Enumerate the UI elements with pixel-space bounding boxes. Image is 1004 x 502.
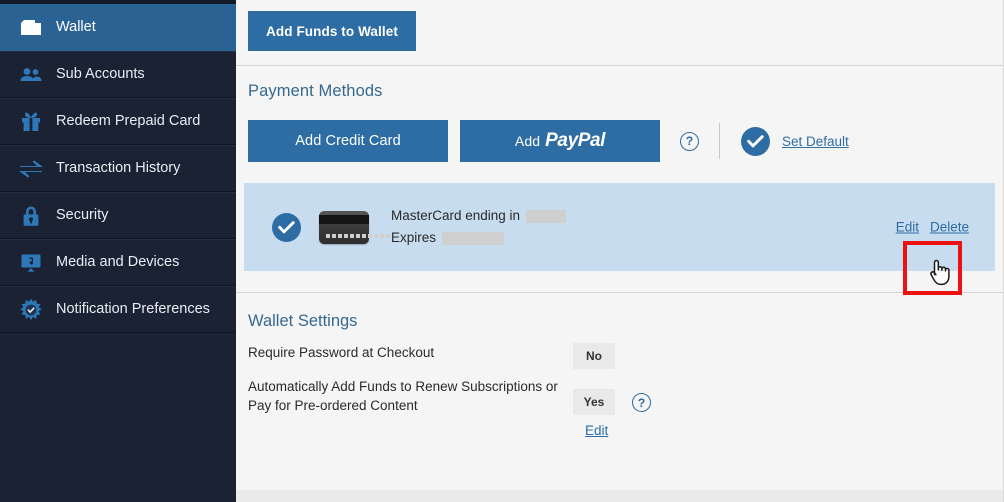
sidebar-nav: Wallet Sub Accounts Redeem Prepaid Card (0, 0, 236, 502)
main-content: Add Funds to Wallet Payment Methods Add … (236, 0, 1004, 502)
wallet-settings-rows: Require Password at Checkout No Automati… (236, 331, 1003, 438)
set-default-link[interactable]: Set Default (782, 134, 849, 149)
sidebar-item-wallet[interactable]: Wallet (0, 4, 236, 51)
sidebar-item-label: Notification Preferences (56, 301, 210, 318)
redacted-card-digits (526, 209, 567, 223)
setting-value-badge: Yes (573, 389, 615, 415)
vertical-divider (719, 123, 720, 159)
delete-card-link[interactable]: Delete (930, 220, 969, 235)
sidebar-item-label: Redeem Prepaid Card (56, 113, 201, 130)
card-expires-label: Expires (391, 230, 437, 245)
payment-methods-help-icon[interactable]: ? (680, 131, 699, 151)
media-device-icon (18, 250, 44, 276)
add-funds-to-wallet-button[interactable]: Add Funds to Wallet (248, 11, 416, 51)
payment-methods-heading: Payment Methods (248, 82, 383, 100)
setting-row: Automatically Add Funds to Renew Subscri… (248, 377, 1003, 415)
set-default-group[interactable]: Set Default (741, 126, 849, 156)
sidebar-item-label: Wallet (56, 19, 96, 36)
burst-check-icon (18, 297, 44, 323)
setting-label: Require Password at Checkout (248, 345, 435, 360)
sidebar-item-security[interactable]: Security (0, 192, 236, 239)
setting-row: Require Password at Checkout No (248, 343, 1003, 369)
edit-wallet-settings-link[interactable]: Edit (585, 423, 608, 438)
sidebar-item-media-and-devices[interactable]: Media and Devices (0, 239, 236, 286)
payment-methods-actions: Add Credit Card Add PayPal ? Set Default (236, 101, 1003, 162)
saved-cards-list: MasterCard ending in Expires Edit Delete (236, 162, 1003, 271)
card-row-actions: Edit Delete (896, 220, 969, 235)
paypal-logo: PayPal (545, 130, 606, 151)
sidebar-item-label: Sub Accounts (56, 66, 145, 83)
redacted-card-expiry (442, 231, 505, 245)
sidebar-item-label: Transaction History (56, 160, 181, 177)
users-icon (18, 62, 44, 88)
exchange-arrows-icon (18, 156, 44, 182)
add-paypal-button[interactable]: Add PayPal (460, 120, 660, 162)
setting-value-badge: No (573, 343, 615, 369)
edit-card-link[interactable]: Edit (896, 220, 919, 235)
add-paypal-prefix: Add (514, 133, 541, 149)
sidebar-item-label: Media and Devices (56, 254, 180, 271)
wallet-settings-heading: Wallet Settings (248, 312, 358, 330)
card-default-check-icon (272, 212, 301, 242)
gift-icon (18, 109, 44, 135)
sidebar-item-label: Security (56, 207, 109, 224)
sidebar-item-sub-accounts[interactable]: Sub Accounts (0, 51, 236, 98)
saved-card-row[interactable]: MasterCard ending in Expires Edit Delete (244, 183, 995, 271)
credit-card-icon (319, 210, 390, 244)
card-details: MasterCard ending in Expires (391, 205, 567, 249)
check-circle-icon (741, 126, 770, 156)
lock-icon (18, 203, 44, 229)
add-credit-card-button[interactable]: Add Credit Card (248, 120, 448, 162)
card-number-line: MasterCard ending in (391, 205, 567, 227)
setting-label: Automatically Add Funds to Renew Subscri… (248, 379, 558, 413)
sidebar-item-transaction-history[interactable]: Transaction History (0, 145, 236, 192)
card-description: MasterCard ending in (391, 208, 521, 223)
auto-add-funds-help-icon[interactable]: ? (632, 393, 651, 412)
wallet-icon (18, 15, 44, 41)
sidebar-item-notification-preferences[interactable]: Notification Preferences (0, 286, 236, 333)
wallet-settings-page: Wallet Sub Accounts Redeem Prepaid Card (0, 0, 1004, 502)
sidebar-item-redeem-prepaid-card[interactable]: Redeem Prepaid Card (0, 98, 236, 145)
wallet-toolbar: Add Funds to Wallet (236, 0, 1003, 65)
card-expiry-line: Expires (391, 227, 566, 249)
bottom-filler (236, 490, 1003, 502)
